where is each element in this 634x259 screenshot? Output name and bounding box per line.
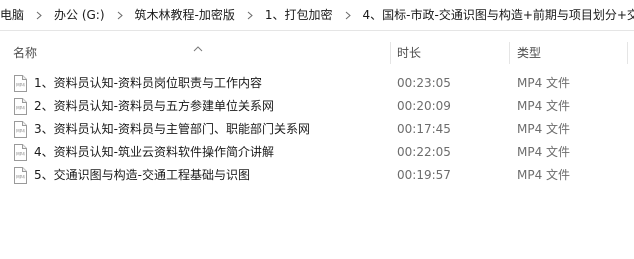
file-explorer-window: 电脑 办公 (G:) 筑木林教程-加密版 1、打包加密 4、国标-市政-交通识图… (0, 0, 634, 259)
breadcrumb[interactable]: 电脑 办公 (G:) 筑木林教程-加密版 1、打包加密 4、国标-市政-交通识图… (0, 0, 634, 31)
file-duration: 00:23:05 (397, 76, 451, 90)
mp4-file-icon: MP4 (13, 144, 28, 161)
svg-text:MP4: MP4 (16, 129, 25, 134)
column-header-type[interactable]: 类型 (517, 42, 627, 64)
column-header-duration[interactable]: 时长 (397, 42, 507, 64)
file-row-2[interactable]: MP4 2、资料员认知-资料员与五方参建单位关系网 00:20:09 MP4 文… (0, 95, 634, 118)
mp4-file-icon: MP4 (13, 75, 28, 92)
file-duration: 00:17:45 (397, 122, 451, 136)
file-duration: 00:19:57 (397, 168, 451, 182)
file-row-5[interactable]: MP4 5、交通识图与构造-交通工程基础与识图 00:19:57 MP4 文件 (0, 164, 634, 187)
column-header-name[interactable]: 名称 (13, 42, 388, 64)
file-type: MP4 文件 (517, 99, 571, 113)
file-row-4[interactable]: MP4 4、资料员认知-筑业云资料软件操作简介讲解 00:22:05 MP4 文… (0, 141, 634, 164)
file-name[interactable]: 2、资料员认知-资料员与五方参建单位关系网 (34, 95, 274, 118)
file-type: MP4 文件 (517, 76, 571, 90)
breadcrumb-item-pack[interactable]: 1、打包加密 (261, 0, 337, 30)
chevron-right-icon[interactable] (109, 8, 131, 22)
file-name[interactable]: 1、资料员认知-资料员岗位职责与工作内容 (34, 72, 262, 95)
file-name[interactable]: 3、资料员认知-资料员与主管部门、职能部门关系网 (34, 118, 310, 141)
svg-text:MP4: MP4 (16, 175, 25, 180)
column-divider[interactable] (509, 42, 510, 64)
svg-text:MP4: MP4 (16, 106, 25, 111)
file-row-3[interactable]: MP4 3、资料员认知-资料员与主管部门、职能部门关系网 00:17:45 MP… (0, 118, 634, 141)
chevron-right-icon[interactable] (337, 8, 359, 22)
file-row-1[interactable]: MP4 1、资料员认知-资料员岗位职责与工作内容 00:23:05 MP4 文件 (0, 72, 634, 95)
svg-text:MP4: MP4 (16, 152, 25, 157)
column-header-row: 名称 时长 类型 (0, 30, 634, 75)
breadcrumb-item-drive[interactable]: 办公 (G:) (50, 0, 109, 30)
breadcrumb-item-computer[interactable]: 电脑 (0, 0, 28, 30)
file-name[interactable]: 4、资料员认知-筑业云资料软件操作简介讲解 (34, 141, 274, 164)
column-divider[interactable] (390, 42, 391, 64)
mp4-file-icon: MP4 (13, 121, 28, 138)
mp4-file-icon: MP4 (13, 98, 28, 115)
file-name[interactable]: 5、交通识图与构造-交通工程基础与识图 (34, 164, 250, 187)
svg-text:MP4: MP4 (16, 83, 25, 88)
file-list: MP4 1、资料员认知-资料员岗位职责与工作内容 00:23:05 MP4 文件… (0, 72, 634, 187)
file-duration: 00:20:09 (397, 99, 451, 113)
breadcrumb-item-course[interactable]: 筑木林教程-加密版 (131, 0, 239, 30)
column-divider[interactable] (627, 42, 628, 64)
file-type: MP4 文件 (517, 122, 571, 136)
chevron-right-icon[interactable] (28, 8, 50, 22)
mp4-file-icon: MP4 (13, 167, 28, 184)
chevron-right-icon[interactable] (239, 8, 261, 22)
breadcrumb-item-current-folder[interactable]: 4、国标-市政-交通识图与构造+前期与项目划分+交通工 (359, 0, 634, 30)
file-type: MP4 文件 (517, 145, 571, 159)
file-duration: 00:22:05 (397, 145, 451, 159)
file-type: MP4 文件 (517, 168, 571, 182)
